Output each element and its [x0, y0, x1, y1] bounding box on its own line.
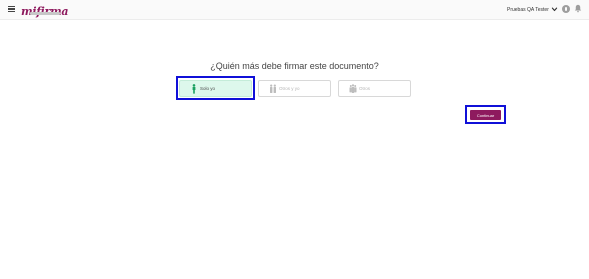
option-label: Otros y yo	[279, 86, 300, 91]
logo[interactable]: mifirma	[21, 2, 69, 18]
option-label: Otros	[359, 86, 371, 91]
chevron-down-icon[interactable]	[551, 6, 558, 13]
two-persons-icon	[270, 84, 276, 93]
option-otros-y-yo[interactable]: Otros y yo	[258, 80, 331, 97]
top-bar: mifirma Pruebas QA Tester	[0, 0, 589, 20]
page-title: ¿Quién más debe firmar este documento?	[210, 61, 379, 71]
page: mifirma Pruebas QA Tester ¿Quién más deb…	[0, 0, 589, 279]
option-otros[interactable]: Otros	[338, 80, 411, 97]
logo-underline	[30, 12, 60, 15]
group-icon	[349, 84, 357, 93]
user-name[interactable]: Pruebas QA Tester	[507, 6, 549, 14]
user-avatar-icon[interactable]	[562, 5, 570, 13]
button-highlight-frame	[465, 105, 506, 124]
bell-icon[interactable]	[574, 4, 582, 13]
hamburger-menu-icon[interactable]	[8, 6, 15, 12]
selection-highlight-frame	[176, 76, 255, 100]
